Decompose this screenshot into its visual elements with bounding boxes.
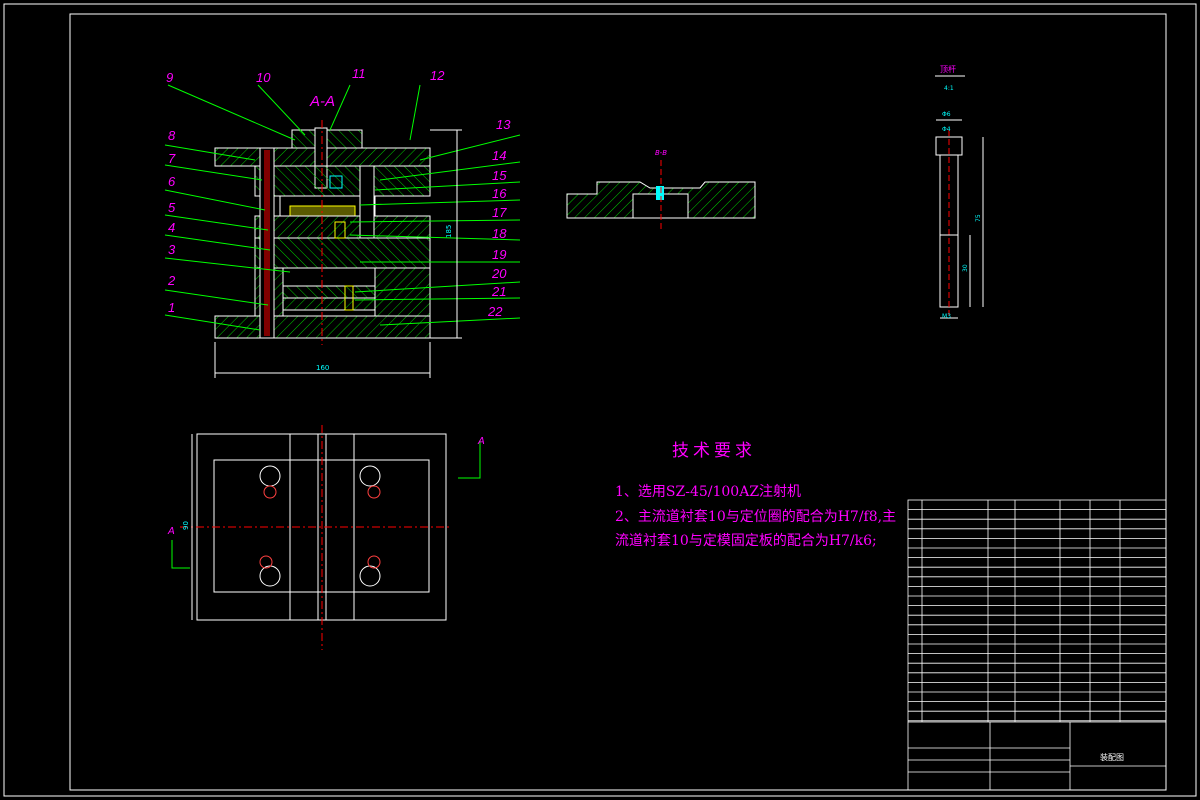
- dim-mid: Φ4: [942, 126, 951, 133]
- part-label: 22: [487, 304, 503, 319]
- part-label: 11: [352, 66, 366, 81]
- part-label: 3: [168, 242, 176, 257]
- section-view: A-A 9 10 11 12 8 7 6 5 4 3 2 1 13 14 15 …: [164, 66, 521, 378]
- part-label: 16: [492, 186, 507, 201]
- assembly-drawing: A-A 9 10 11 12 8 7 6 5 4 3 2 1 13 14 15 …: [3, 3, 1197, 797]
- dim-bottom: M3: [942, 313, 951, 320]
- part-label: 2: [167, 273, 176, 288]
- detail-part-scale: 4:1: [944, 85, 954, 92]
- tech-requirement-1: 1、选用SZ-45/100AZ注射机: [615, 484, 802, 500]
- detail-callout: B-B: [655, 149, 667, 157]
- part-label: 1: [168, 300, 175, 315]
- part-label: 20: [491, 266, 507, 281]
- part-label: 4: [168, 220, 175, 235]
- part-label: 12: [430, 68, 445, 83]
- part-label: 8: [168, 128, 176, 143]
- part-label: 10: [256, 70, 271, 85]
- detail-bb: B-B: [566, 149, 756, 230]
- part-label: 21: [491, 284, 506, 299]
- part-label: 13: [496, 117, 511, 132]
- detail-part: 顶杆 4:1 Φ6 Φ4 75 30 M3: [935, 64, 984, 320]
- part-label: 7: [168, 151, 176, 166]
- part-label: 9: [166, 70, 173, 85]
- inner-frame: [69, 13, 1167, 791]
- tech-requirement-3: 流道衬套10与定模固定板的配合为H7/k6;: [615, 533, 877, 549]
- dimension-plan-height: 90: [182, 521, 190, 530]
- dimension-width: 160: [316, 364, 329, 372]
- part-label: 17: [492, 205, 507, 220]
- tech-requirement-2: 2、主流道衬套10与定位圈的配合为H7/f8,主: [615, 509, 897, 525]
- part-label: 18: [492, 226, 507, 241]
- part-label: 14: [492, 148, 506, 163]
- section-callout: A: [167, 526, 175, 537]
- tech-requirements-title: 技术要求: [672, 441, 756, 461]
- part-label: 5: [168, 200, 176, 215]
- plan-view: A A 90: [167, 425, 485, 650]
- part-label: 19: [492, 247, 506, 262]
- dim-lower: 30: [962, 264, 969, 272]
- detail-part-title: 顶杆: [940, 64, 956, 74]
- dim-length: 75: [975, 214, 982, 222]
- dimension-height: 185: [445, 225, 453, 238]
- part-label: 6: [168, 174, 176, 189]
- part-label: 15: [492, 168, 507, 183]
- title-block: [907, 499, 1167, 791]
- dim-head: Φ6: [942, 111, 951, 118]
- section-label: A-A: [309, 93, 335, 110]
- section-callout: A: [477, 436, 485, 447]
- outer-frame: [3, 3, 1197, 797]
- drawing-name: 装配图: [1100, 752, 1124, 762]
